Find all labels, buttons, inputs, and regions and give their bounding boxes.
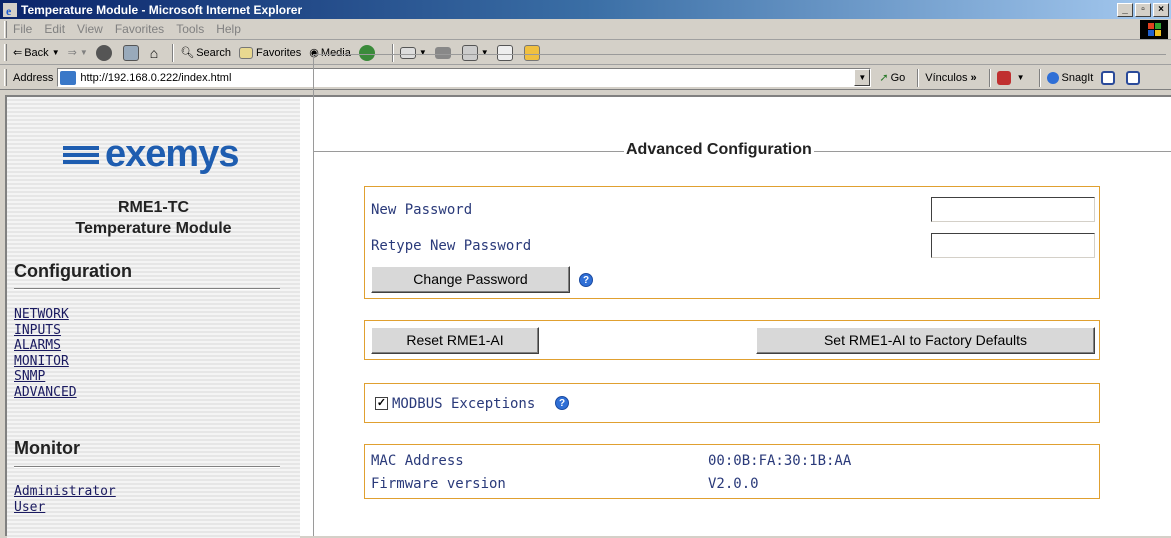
home-icon: ⌂ bbox=[149, 44, 159, 61]
address-url: http://192.168.0.222/index.html bbox=[80, 71, 232, 84]
forward-arrow-icon: ⇒ bbox=[67, 47, 77, 59]
ie-icon: e bbox=[3, 2, 17, 17]
menu-edit[interactable]: Edit bbox=[44, 22, 65, 36]
device-description: Temperature Module bbox=[75, 220, 232, 237]
fieldset-legend: Advanced Configuration bbox=[624, 141, 814, 159]
mac-address-label: MAC Address bbox=[371, 453, 464, 469]
nav-link-user[interactable]: User bbox=[14, 500, 116, 516]
address-label: Address bbox=[13, 71, 54, 84]
menu-favorites[interactable]: Favorites bbox=[115, 22, 164, 36]
retype-password-input[interactable] bbox=[931, 233, 1095, 258]
title-bar: e Temperature Module - Microsoft Interne… bbox=[0, 0, 1171, 19]
firmware-version-value: V2.0.0 bbox=[708, 476, 759, 492]
reset-button[interactable]: Reset RME1-AI bbox=[371, 327, 539, 354]
favorites-button[interactable]: Favorites bbox=[239, 46, 302, 59]
nav-link-administrator[interactable]: Administrator bbox=[14, 484, 116, 500]
menu-bar: File Edit View Favorites Tools Help bbox=[0, 19, 1171, 40]
new-password-input[interactable] bbox=[931, 197, 1095, 222]
nav-link-monitor[interactable]: MONITOR bbox=[14, 354, 77, 370]
nav-link-snmp[interactable]: SNMP bbox=[14, 369, 77, 385]
minimize-button[interactable]: _ bbox=[1117, 2, 1133, 17]
nav-link-network[interactable]: NETWORK bbox=[14, 307, 77, 323]
configuration-nav: NETWORK INPUTS ALARMS MONITOR SNMP ADVAN… bbox=[14, 307, 77, 400]
device-title: RME1-TC Temperature Module bbox=[7, 197, 300, 239]
stop-button[interactable] bbox=[95, 44, 115, 61]
password-section: New Password Retype New Password Change … bbox=[364, 186, 1100, 299]
window-title: Temperature Module - Microsoft Internet … bbox=[21, 2, 303, 17]
menu-file[interactable]: File bbox=[13, 22, 32, 36]
back-label: Back bbox=[24, 46, 49, 59]
search-button[interactable]: 🔍︎ Search bbox=[180, 46, 232, 60]
refresh-icon bbox=[122, 44, 139, 61]
back-arrow-icon: ⇐ bbox=[13, 47, 23, 59]
exemys-logo: exemys bbox=[63, 133, 239, 175]
restore-button[interactable]: ▫ bbox=[1135, 2, 1151, 17]
retype-password-label: Retype New Password bbox=[371, 238, 532, 254]
reset-section: Reset RME1-AI Set RME1-AI to Factory Def… bbox=[364, 320, 1100, 360]
windows-logo-icon bbox=[1140, 20, 1168, 39]
firmware-version-label: Firmware version bbox=[371, 476, 506, 492]
nav-link-alarms[interactable]: ALARMS bbox=[14, 338, 77, 354]
sidebar: exemys RME1-TC Temperature Module Config… bbox=[7, 97, 300, 538]
menu-tools[interactable]: Tools bbox=[176, 22, 204, 36]
device-model: RME1-TC bbox=[117, 199, 190, 216]
home-button[interactable]: ⌂ bbox=[150, 45, 158, 61]
new-password-label: New Password bbox=[371, 202, 473, 218]
search-icon: 🔍︎ bbox=[180, 47, 195, 59]
mac-address-value: 00:0B:FA:30:1B:AA bbox=[708, 453, 852, 469]
device-info-section: MAC Address 00:0B:FA:30:1B:AA Firmware v… bbox=[364, 444, 1100, 499]
forward-dropdown-icon: ▼ bbox=[79, 48, 88, 57]
toolbar-grip bbox=[4, 44, 7, 61]
configuration-heading: Configuration bbox=[14, 261, 132, 281]
nav-link-advanced[interactable]: ADVANCED bbox=[14, 385, 77, 401]
modbus-section: ✓ MODBUS Exceptions ? bbox=[364, 383, 1100, 423]
exemys-logo-icon bbox=[63, 144, 99, 164]
page-icon bbox=[60, 70, 77, 85]
stop-icon bbox=[95, 44, 112, 61]
back-dropdown-icon: ▼ bbox=[51, 48, 60, 57]
favorites-icon bbox=[239, 46, 254, 59]
svg-text:e: e bbox=[6, 4, 12, 17]
change-password-button[interactable]: Change Password bbox=[371, 266, 570, 293]
factory-defaults-button[interactable]: Set RME1-AI to Factory Defaults bbox=[756, 327, 1095, 354]
close-button[interactable]: × bbox=[1153, 2, 1169, 17]
configuration-divider bbox=[14, 288, 280, 290]
toolbar-separator bbox=[172, 43, 175, 62]
address-grip bbox=[4, 69, 7, 86]
monitor-nav: Administrator User bbox=[14, 484, 116, 515]
modbus-help-icon[interactable]: ? bbox=[555, 396, 569, 410]
back-button[interactable]: ⇐ Back ▼ bbox=[13, 46, 60, 60]
password-help-icon[interactable]: ? bbox=[579, 273, 593, 287]
monitor-heading: Monitor bbox=[14, 438, 80, 458]
exemys-wordmark: exemys bbox=[105, 133, 239, 175]
forward-button[interactable]: ⇒ ▼ bbox=[68, 46, 88, 59]
modbus-exceptions-label: MODBUS Exceptions bbox=[392, 396, 536, 412]
search-label: Search bbox=[196, 46, 232, 59]
menu-grip bbox=[4, 20, 7, 38]
modbus-exceptions-checkbox[interactable]: ✓ bbox=[375, 397, 388, 410]
monitor-divider bbox=[14, 466, 280, 468]
refresh-button[interactable] bbox=[122, 44, 142, 61]
menu-view[interactable]: View bbox=[77, 22, 103, 36]
favorites-label: Favorites bbox=[256, 46, 302, 59]
menu-help[interactable]: Help bbox=[216, 22, 241, 36]
nav-link-inputs[interactable]: INPUTS bbox=[14, 323, 77, 339]
